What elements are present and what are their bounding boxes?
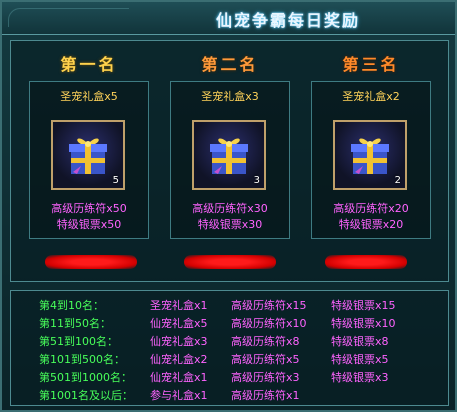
tier-item: 圣宠礼盒x1 [150, 299, 208, 312]
gift-count-1: 5 [112, 175, 119, 186]
title-ornament [8, 8, 129, 27]
tier-row-4: 第101到500名： 仙宠礼盒x2 高级历练符x5 特级银票x5 [11, 351, 450, 367]
tier-rank: 第101到500名： [39, 353, 125, 366]
gift-slot-1[interactable]: 5 [51, 120, 125, 190]
tier-reward-2: 特级银票x15 [331, 299, 396, 312]
gift-count-2: 3 [253, 175, 260, 186]
tier-row-3: 第51到100名： 仙宠礼盒x3 高级历练符x8 特级银票x8 [11, 333, 450, 349]
tier-reward-2: 特级银票x10 [331, 317, 396, 330]
tier-item: 仙宠礼盒x5 [150, 317, 208, 330]
gift-count-3: 2 [394, 175, 401, 186]
gift-box-icon [210, 138, 248, 174]
reward-line-2b: 特级银票x30 [197, 218, 263, 231]
rank-card-3: 第三名 圣宠礼盒x2 2 高级历练符x20 特级银票x20 [303, 41, 439, 269]
redacted-name-bar-3 [325, 255, 407, 269]
tier-reward-1: 高级历练符x3 [231, 371, 300, 384]
tier-reward-2: 特级银票x8 [331, 335, 389, 348]
tier-rank: 第4到10名： [39, 299, 104, 312]
item-name-3: 圣宠礼盒x2 [342, 90, 400, 103]
reward-line-3b: 特级银票x20 [338, 218, 404, 231]
rank-card-1: 第一名 圣宠礼盒x5 5 高级历练符x50 特级银票x50 [21, 41, 157, 269]
item-name-2: 圣宠礼盒x3 [201, 90, 259, 103]
rank-title-3: 第三名 [342, 55, 400, 74]
redacted-name-bar-2 [184, 255, 276, 269]
rank-reward-box-3: 圣宠礼盒x2 2 高级历练符x20 特级银票x20 [311, 81, 431, 239]
rank-card-2: 第二名 圣宠礼盒x3 3 高级历练符x30 特级银票x30 [162, 41, 298, 269]
reward-line-3a: 高级历练符x20 [333, 202, 409, 215]
tier-reward-1: 高级历练符x10 [231, 317, 307, 330]
tier-row-5: 第501到1000名： 仙宠礼盒x1 高级历练符x3 特级银票x3 [11, 369, 450, 385]
gift-box-icon [351, 138, 389, 174]
tier-rank: 第1001名及以后： [39, 389, 133, 402]
top-ranks-panel: 第一名 圣宠礼盒x5 5 高级历练符x50 特级银票x50 第二名 圣宠礼盒x3… [10, 40, 449, 282]
tier-item: 仙宠礼盒x1 [150, 371, 208, 384]
tier-reward-2: 特级银票x3 [331, 371, 389, 384]
reward-line-2a: 高级历练符x30 [192, 202, 268, 215]
gift-slot-2[interactable]: 3 [192, 120, 266, 190]
rank-title-2: 第二名 [201, 55, 259, 74]
tier-row-2: 第11到50名： 仙宠礼盒x5 高级历练符x10 特级银票x10 [11, 315, 450, 331]
title-bar: 仙宠争霸每日奖励 [2, 2, 455, 35]
tier-reward-1: 高级历练符x5 [231, 353, 300, 366]
redacted-name-bar-1 [45, 255, 137, 269]
tier-rank: 第51到100名： [39, 335, 118, 348]
tier-row-1: 第4到10名： 圣宠礼盒x1 高级历练符x15 特级银票x15 [11, 297, 450, 313]
rank-reward-box-2: 圣宠礼盒x3 3 高级历练符x30 特级银票x30 [170, 81, 290, 239]
daily-reward-window: 仙宠争霸每日奖励 第一名 圣宠礼盒x5 5 高级历练符x50 特级银票x50 第… [0, 0, 457, 412]
tier-row-6: 第1001名及以后： 参与礼盒x1 高级历练符x1 [11, 387, 450, 403]
tier-item: 仙宠礼盒x3 [150, 335, 208, 348]
rank-reward-box-1: 圣宠礼盒x5 5 高级历练符x50 特级银票x50 [29, 81, 149, 239]
tier-item: 参与礼盒x1 [150, 389, 208, 402]
item-name-1: 圣宠礼盒x5 [60, 90, 118, 103]
gift-slot-3[interactable]: 2 [333, 120, 407, 190]
tier-rewards-panel: 第4到10名： 圣宠礼盒x1 高级历练符x15 特级银票x15 第11到50名：… [10, 290, 449, 406]
reward-line-1b: 特级银票x50 [56, 218, 122, 231]
tier-reward-1: 高级历练符x15 [231, 299, 307, 312]
tier-reward-2: 特级银票x5 [331, 353, 389, 366]
reward-line-1a: 高级历练符x50 [51, 202, 127, 215]
tier-rank: 第11到50名： [39, 317, 111, 330]
window-title: 仙宠争霸每日奖励 [216, 11, 361, 30]
tier-reward-1: 高级历练符x8 [231, 335, 300, 348]
gift-box-icon [69, 138, 107, 174]
rank-title-1: 第一名 [60, 55, 118, 74]
tier-rank: 第501到1000名： [39, 371, 132, 384]
tier-reward-1: 高级历练符x1 [231, 389, 300, 402]
tier-item: 仙宠礼盒x2 [150, 353, 208, 366]
